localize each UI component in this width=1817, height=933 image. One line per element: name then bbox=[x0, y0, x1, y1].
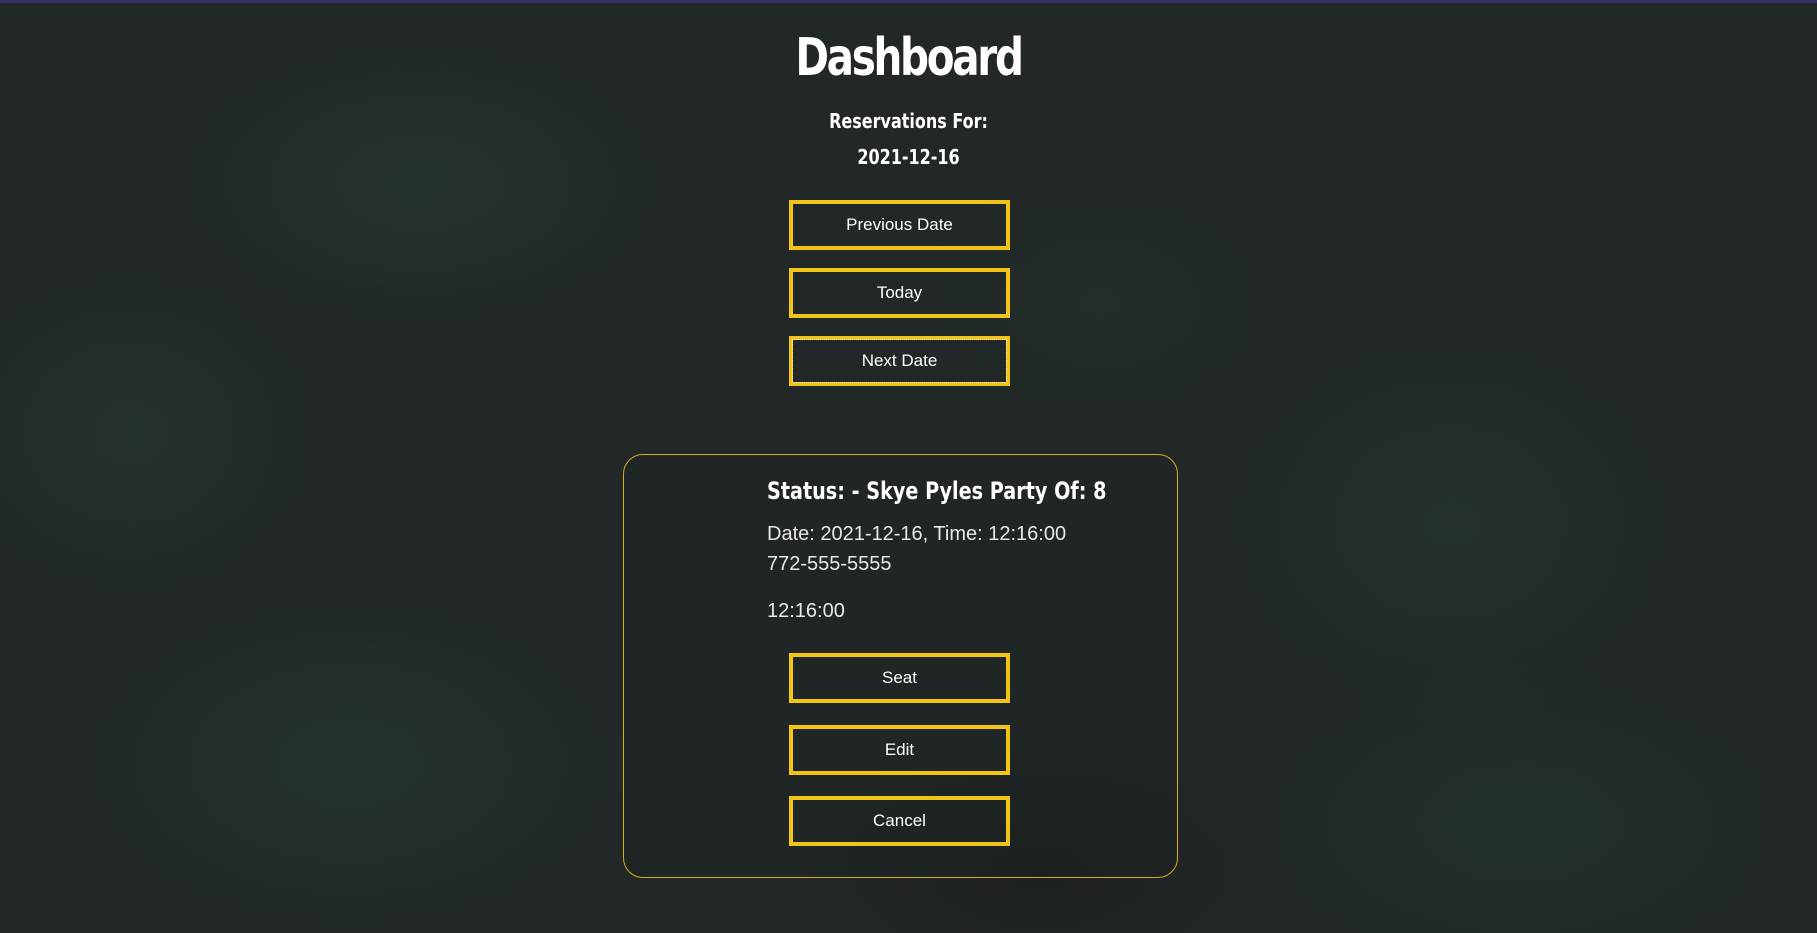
seat-button[interactable]: Seat bbox=[789, 653, 1010, 703]
previous-date-button[interactable]: Previous Date bbox=[789, 200, 1010, 250]
reservation-heading: Status: - Skye Pyles Party Of: 8 bbox=[767, 477, 1107, 505]
reservation-datetime: Date: 2021-12-16, Time: 12:16:00 bbox=[767, 523, 1067, 545]
reservation-time: 12:16:00 bbox=[767, 600, 845, 622]
reservation-phone: 772-555-5555 bbox=[767, 553, 892, 575]
next-date-button[interactable]: Next Date bbox=[789, 336, 1010, 386]
today-button[interactable]: Today bbox=[789, 268, 1010, 318]
reservations-for-label: Reservations For: bbox=[829, 109, 988, 133]
current-date: 2021-12-16 bbox=[857, 145, 960, 169]
dashboard-page: Dashboard Reservations For: 2021-12-16 P… bbox=[0, 0, 1817, 933]
cancel-button[interactable]: Cancel bbox=[789, 796, 1010, 846]
page-title: Dashboard bbox=[795, 28, 1024, 88]
edit-button[interactable]: Edit bbox=[789, 725, 1010, 775]
